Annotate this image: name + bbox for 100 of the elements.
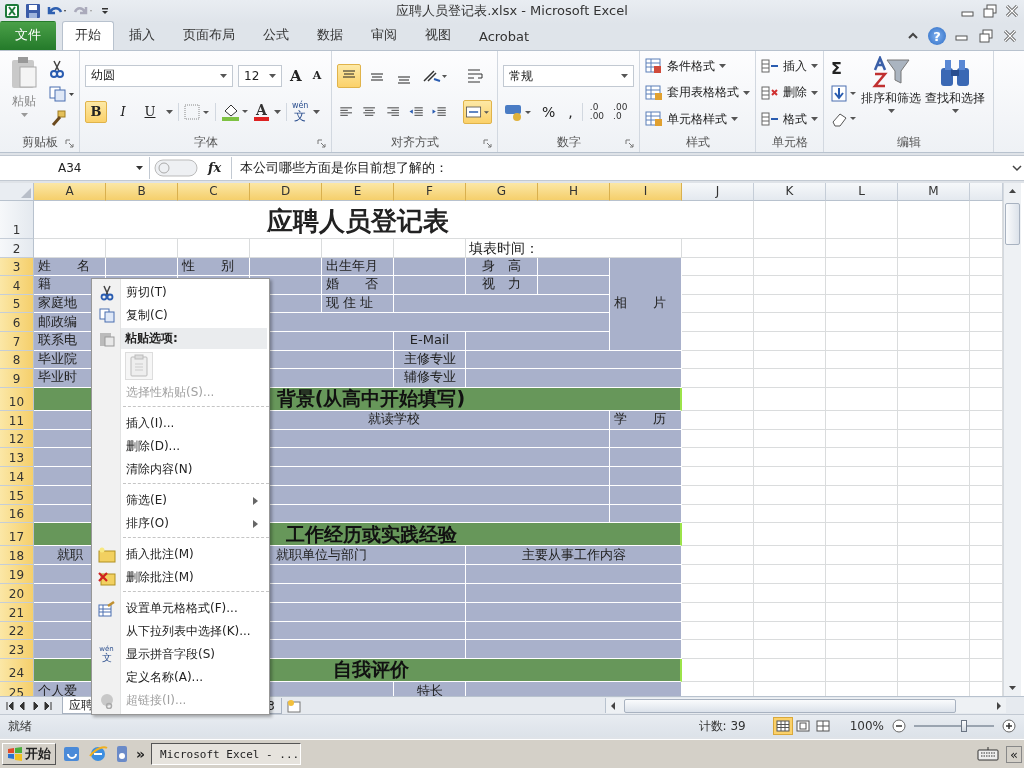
percent-button[interactable]: % [538, 104, 560, 121]
vertical-scrollbar[interactable] [1003, 182, 1021, 697]
format-painter-icon[interactable] [49, 109, 67, 128]
ribbon-tab[interactable]: 数据 [304, 20, 356, 50]
row-header[interactable]: 19 [0, 565, 34, 585]
slider-thumb[interactable] [961, 720, 968, 733]
normal-view-icon[interactable] [773, 718, 792, 735]
column-header[interactable]: L [826, 182, 898, 201]
column-header[interactable]: F [394, 182, 466, 201]
ribbon-tab[interactable]: 审阅 [358, 20, 410, 50]
row-header[interactable]: 4 [0, 276, 34, 295]
grow-font-button[interactable]: A [287, 66, 305, 85]
row-header[interactable]: 10 [0, 387, 34, 411]
column-header[interactable]: D [250, 182, 322, 201]
dialog-launcher-icon[interactable] [625, 138, 634, 148]
italic-button[interactable]: I [112, 100, 134, 123]
column-header[interactable]: I [610, 182, 682, 201]
cells-menu-button[interactable]: 插入 [761, 57, 818, 75]
ribbon-tab[interactable]: Acrobat [466, 23, 543, 50]
currency-icon[interactable] [503, 102, 533, 123]
column-header[interactable]: G [466, 182, 538, 201]
column-header[interactable]: C [178, 182, 250, 201]
row-header[interactable]: 13 [0, 448, 34, 468]
row-header[interactable]: 14 [0, 467, 34, 486]
splitter-handle-icon[interactable] [154, 157, 198, 178]
file-tab[interactable]: 文件 [0, 20, 56, 50]
styles-menu-button[interactable]: 条件格式 [645, 57, 750, 75]
row-header[interactable]: 1 [0, 200, 34, 239]
menu-item[interactable]: 筛选(E) [92, 489, 269, 512]
align-top-icon[interactable] [337, 63, 361, 88]
sort-filter-button[interactable]: 排序和筛选 [861, 53, 921, 134]
font-color-button[interactable]: A [254, 102, 269, 121]
column-header[interactable]: A [34, 182, 106, 201]
cells-menu-button[interactable]: 格式 [761, 110, 818, 128]
column-header[interactable]: K [754, 182, 826, 201]
start-button[interactable]: 开始 [2, 743, 56, 766]
row-header[interactable]: 17 [0, 523, 34, 547]
dialog-launcher-icon[interactable] [65, 138, 74, 148]
row-header[interactable]: 20 [0, 584, 34, 603]
font-family-field[interactable]: 幼圆 [85, 64, 233, 87]
ribbon-tab[interactable]: 插入 [116, 20, 168, 50]
dialog-launcher-icon[interactable] [483, 138, 492, 148]
phonetic-guide-button[interactable]: wén 文 [291, 101, 309, 122]
fill-color-icon[interactable] [221, 102, 249, 121]
menu-item[interactable]: 设置单元格格式(F)... [92, 597, 269, 620]
row-header[interactable]: 9 [0, 369, 34, 388]
ribbon-tab[interactable]: 页面布局 [170, 20, 248, 50]
fill-down-icon[interactable] [831, 85, 857, 104]
taskbar-button[interactable]: Microsoft Excel - ... [151, 743, 302, 766]
borders-icon[interactable] [184, 103, 210, 120]
merge-center-icon[interactable] [463, 99, 492, 124]
styles-menu-button[interactable]: 套用表格格式 [645, 84, 750, 102]
keyboard-icon[interactable] [976, 746, 1001, 763]
row-header[interactable]: 24 [0, 659, 34, 683]
row-header[interactable]: 23 [0, 640, 34, 660]
styles-menu-button[interactable]: 单元格样式 [645, 110, 750, 128]
scroll-thumb[interactable] [1005, 202, 1020, 245]
zoom-slider[interactable] [914, 719, 994, 734]
column-header[interactable]: B [106, 182, 178, 201]
restore-icon[interactable] [978, 29, 994, 44]
page-break-icon[interactable] [813, 718, 832, 735]
zoom-in-icon[interactable] [1002, 719, 1016, 734]
new-sheet-icon[interactable] [284, 699, 304, 713]
menu-item[interactable]: 删除批注(M) [92, 566, 269, 589]
horizontal-scrollbar[interactable] [605, 698, 1006, 714]
insert-function-button[interactable]: fx [202, 160, 228, 176]
column-header[interactable]: M [898, 182, 970, 201]
column-header[interactable]: H [538, 182, 610, 201]
page-layout-icon[interactable] [793, 718, 812, 735]
scroll-thumb[interactable] [624, 699, 956, 713]
ribbon-tab[interactable]: 公式 [250, 20, 302, 50]
restore-icon[interactable] [982, 4, 998, 19]
bold-button[interactable]: B [85, 100, 107, 123]
menu-item[interactable]: 清除内容(N) [92, 458, 269, 481]
dropdown-caret-icon[interactable] [273, 109, 281, 114]
close-icon[interactable] [1004, 4, 1020, 19]
row-header[interactable]: 18 [0, 546, 34, 566]
more-shortcuts-button[interactable]: » [136, 746, 146, 763]
autosum-button[interactable]: Σ [831, 59, 842, 79]
name-box[interactable]: A34 [0, 156, 150, 179]
media-player-icon[interactable] [114, 744, 130, 765]
font-size-field[interactable]: 12 [238, 64, 282, 87]
zoom-out-icon[interactable] [892, 719, 906, 734]
cells-menu-button[interactable]: 删除 [761, 84, 818, 102]
copy-icon[interactable] [49, 85, 75, 102]
paste-button[interactable]: 粘贴 [7, 53, 41, 134]
comma-button[interactable]: , [564, 104, 577, 121]
number-format-field[interactable]: 常规 [503, 65, 634, 88]
menu-item[interactable]: 删除(D)... [92, 435, 269, 458]
menu-item[interactable]: 从下拉列表中选择(K)... [92, 620, 269, 643]
row-header[interactable]: 6 [0, 313, 34, 332]
close-icon[interactable] [1002, 29, 1018, 44]
dropdown-caret-icon[interactable] [166, 109, 173, 114]
zoom-level[interactable]: 100% [849, 719, 884, 734]
dialog-launcher-icon[interactable] [317, 138, 326, 148]
scissors-icon[interactable] [49, 59, 65, 78]
find-select-button[interactable]: 查找和选择 [925, 53, 985, 134]
decrease-decimal-button[interactable]: .00 .0 [611, 103, 630, 122]
ribbon-tab[interactable]: 视图 [412, 20, 464, 50]
column-header[interactable]: J [682, 182, 754, 201]
